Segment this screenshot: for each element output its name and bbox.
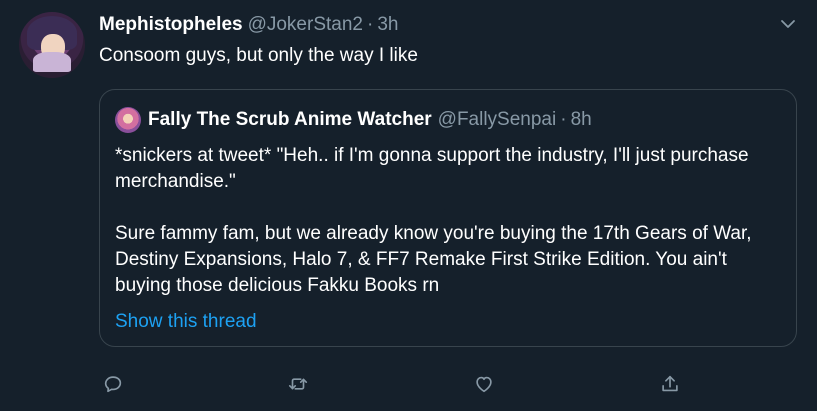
heart-icon [476,376,492,393]
retweet-icon [288,378,308,390]
retweet-button[interactable] [284,370,312,398]
reply-button[interactable] [99,370,127,398]
quoted-handle[interactable]: @FallySenpai [438,109,557,131]
like-button[interactable] [470,370,498,398]
avatar[interactable] [19,12,85,78]
display-name[interactable]: Mephistopheles [99,14,243,36]
tweet-header: Mephistopheles @JokerStan2 · 3h [99,12,398,38]
reply-icon [104,376,122,393]
quoted-text: *snickers at tweet* "Heh.. if I'm gonna … [115,143,783,299]
avatar-collar [33,52,71,72]
quoted-tweet[interactable]: Fally The Scrub Anime Watcher @FallySenp… [99,89,797,347]
share-button[interactable] [656,370,684,398]
quoted-avatar[interactable] [115,107,141,133]
more-options-button[interactable] [778,14,798,34]
share-icon [662,375,678,392]
timestamp[interactable]: 3h [377,14,398,36]
quoted-timestamp[interactable]: 8h [571,109,592,131]
quoted-display-name[interactable]: Fally The Scrub Anime Watcher [148,109,432,131]
show-thread-link[interactable]: Show this thread [115,311,257,333]
chevron-down-icon [781,20,795,28]
action-bar [0,370,817,398]
quoted-paragraph: Sure fammy fam, but we already know you'… [115,223,752,296]
quoted-paragraph: *snickers at tweet* "Heh.. if I'm gonna … [115,145,749,192]
user-handle[interactable]: @JokerStan2 [248,14,363,36]
tweet-text: Consoom guys, but only the way I like [99,45,418,66]
tweet[interactable]: Mephistopheles @JokerStan2 · 3h Consoom … [0,0,817,411]
quoted-separator-dot: · [560,109,567,130]
separator-dot: · [366,14,374,35]
quoted-header: Fally The Scrub Anime Watcher @FallySenp… [148,107,592,133]
